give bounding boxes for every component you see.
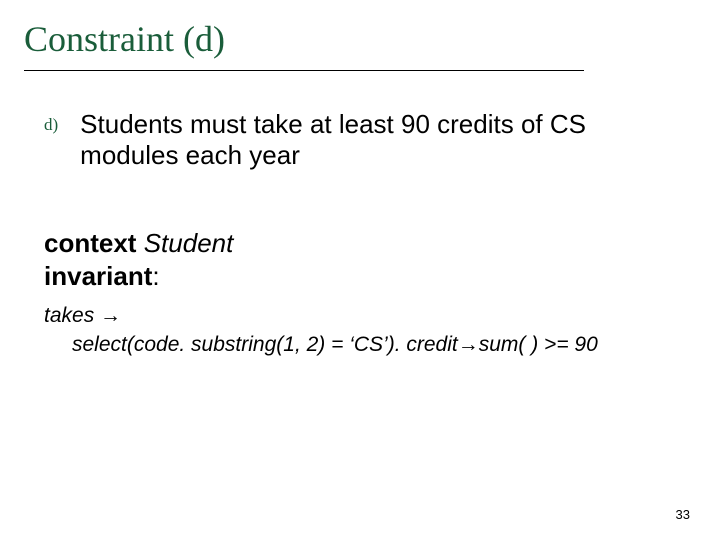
context-line: context Student [44,227,680,260]
keyword-context: context [44,228,136,258]
expr-after: sum( ) >= 90 [479,333,598,356]
bullet-marker: d) [44,115,58,135]
expr-line-2: select(code. substring(1, 2) = ‘CS’). cr… [44,331,680,359]
context-block: context Student invariant: [0,171,720,292]
page-number: 33 [676,507,690,522]
expr-takes: takes [44,304,100,327]
bullet-section: d) Students must take at least 90 credit… [0,71,720,171]
expr-select: select [72,333,127,356]
expr-mid: (code. substring(1, 2) = ‘CS’). credit [127,333,458,356]
expression-block: takes → select(code. substring(1, 2) = ‘… [0,292,720,359]
arrow-icon: → [458,333,479,356]
keyword-invariant: invariant [44,261,152,291]
slide-title: Constraint (d) [0,0,720,70]
invariant-line: invariant: [44,260,680,293]
context-name: Student [144,228,234,258]
bullet-text: Students must take at least 90 credits o… [80,109,660,171]
invariant-colon: : [152,261,159,291]
expr-line-1: takes → [44,302,680,330]
arrow-icon: → [100,304,121,327]
